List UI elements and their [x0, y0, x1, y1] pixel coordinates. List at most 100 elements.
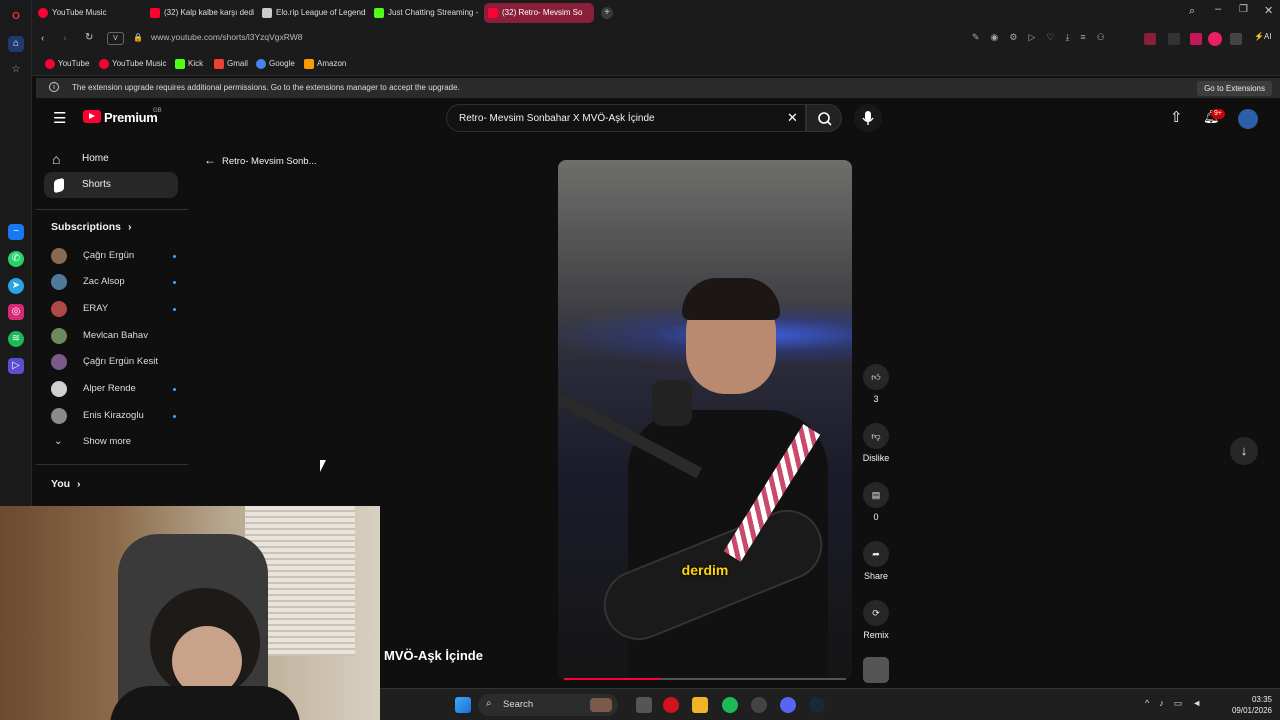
comments-button[interactable]: ▤ 0 — [858, 482, 894, 522]
toolbar-icons[interactable]: ✎◉⚙▷♡⤓≡⚇ — [972, 32, 1116, 43]
steam-icon[interactable] — [809, 697, 825, 713]
subscriptions-heading[interactable]: Subscriptions › — [51, 221, 131, 233]
subscription-item[interactable]: Çağrı Ergün — [51, 247, 176, 267]
back-icon[interactable]: ‹ — [41, 33, 44, 44]
progress-bar[interactable] — [564, 678, 846, 680]
tab-youtube-music[interactable]: YouTube Music — [34, 3, 142, 23]
bookmark-youtube-music[interactable]: YouTube Music — [99, 59, 167, 69]
extension-icon[interactable] — [1144, 33, 1156, 45]
sidebar-item-home[interactable]: ⌂ Home — [44, 146, 178, 172]
extension-icon[interactable] — [1190, 33, 1202, 45]
short-video-player[interactable]: derdim — [558, 160, 852, 680]
file-explorer-icon[interactable] — [692, 697, 708, 713]
windows-start-icon[interactable] — [455, 697, 471, 713]
forward-icon[interactable]: › — [63, 33, 66, 44]
extension-icon[interactable] — [1208, 32, 1222, 46]
new-tab-button[interactable]: + — [601, 7, 613, 19]
system-tray-icons[interactable]: ^♪▭◄ — [1145, 698, 1211, 709]
home-icon[interactable]: ⌂ — [8, 36, 24, 52]
kick-icon — [175, 59, 185, 69]
subscription-item[interactable]: Enis Kirazoglu — [51, 407, 176, 427]
share-icon: ➦ — [863, 541, 889, 567]
whatsapp-icon[interactable]: ✆ — [8, 251, 24, 267]
sidebar-item-shorts[interactable]: Shorts — [44, 172, 178, 198]
bookmark-youtube[interactable]: YouTube — [45, 59, 89, 69]
channel-avatar — [51, 354, 67, 370]
tab-retro-mevsim[interactable]: (32) Retro- Mevsim So — [484, 3, 594, 23]
tab-kick[interactable]: Just Chatting Streaming - — [370, 3, 478, 23]
subscription-item[interactable]: Zac Alsop — [51, 273, 176, 293]
taskbar-search[interactable]: ⌕ Search — [478, 694, 618, 716]
search-tabs-icon[interactable]: ⌕ — [1189, 5, 1195, 18]
close-window-icon[interactable]: ✕ — [1264, 4, 1273, 17]
youtube-icon — [45, 59, 55, 69]
instagram-icon[interactable]: ◎ — [8, 304, 24, 320]
spotify-icon[interactable]: ≋ — [8, 331, 24, 347]
subscription-item[interactable]: Çağrı Ergün Kesit — [51, 353, 176, 373]
streamer-shirt — [110, 686, 300, 720]
address-bar: ‹ › ↻ V 🔒 www.youtube.com/shorts/l3YzqVg… — [32, 26, 1280, 54]
tab-kalp-kalbe[interactable]: (32) Kalp kalbe karşı dedik — [146, 3, 254, 23]
discord-icon[interactable] — [780, 697, 796, 713]
opera-icon[interactable] — [663, 697, 679, 713]
opera-logo-icon[interactable]: O — [8, 9, 24, 25]
star-icon[interactable]: ☆ — [8, 62, 24, 78]
back-to-shorts-button[interactable]: ← Retro- Mevsim Sonb... — [204, 153, 317, 167]
extension-notice-bar: i The extension upgrade requires additio… — [36, 78, 1280, 98]
divider — [36, 209, 188, 210]
extension-icon[interactable] — [1168, 33, 1180, 45]
search-icon: ⌕ — [486, 698, 492, 709]
go-to-extensions-button[interactable]: Go to Extensions — [1197, 81, 1272, 96]
avatar[interactable] — [1238, 109, 1258, 129]
search-box[interactable]: Retro- Mevsim Sonbahar X MVÖ-Aşk İçinde … — [446, 104, 806, 132]
youtube-premium-logo[interactable]: Premium — [104, 110, 158, 125]
mouse-cursor — [320, 460, 326, 472]
subscription-item[interactable]: Mevlcan Bahav — [51, 327, 176, 347]
ai-button[interactable]: ⚡AI — [1254, 32, 1272, 41]
reload-icon[interactable]: ↻ — [85, 32, 93, 43]
subscription-item[interactable]: ERAY — [51, 300, 176, 320]
task-view-icon[interactable] — [636, 697, 652, 713]
maximize-icon[interactable]: ❐ — [1239, 4, 1248, 15]
channel-avatar — [51, 381, 67, 397]
bookmark-google[interactable]: Google — [256, 59, 295, 69]
bookmark-kick[interactable]: Kick — [175, 59, 203, 69]
next-video-button[interactable]: ↓ — [1230, 437, 1258, 465]
share-button[interactable]: ➦ Share — [858, 541, 894, 581]
sound-thumbnail[interactable] — [863, 657, 889, 683]
upload-icon[interactable]: ⇧ — [1170, 108, 1183, 126]
lock-icon: 🔒 — [133, 33, 143, 42]
voice-search-button[interactable] — [854, 104, 882, 132]
telegram-icon[interactable]: ➤ — [8, 278, 24, 294]
search-button[interactable] — [806, 104, 842, 132]
spotify-icon[interactable] — [722, 697, 738, 713]
search-highlight-image — [590, 698, 612, 712]
url-field[interactable]: www.youtube.com/shorts/l3YzqVgxRW8 — [151, 32, 303, 42]
bookmark-amazon[interactable]: Amazon — [304, 59, 346, 69]
subscription-item[interactable]: Alper Rende — [51, 380, 176, 400]
bookmark-gmail[interactable]: Gmail — [214, 59, 248, 69]
app-icon[interactable] — [751, 697, 767, 713]
channel-avatar — [51, 274, 67, 290]
like-button[interactable]: 👍︎ 3 — [858, 364, 894, 404]
vpn-badge[interactable]: V — [107, 32, 124, 45]
clock-time[interactable]: 03:35 — [1242, 695, 1272, 704]
notice-text: The extension upgrade requires additiona… — [72, 83, 460, 92]
kick-icon — [374, 8, 384, 18]
search-input[interactable]: Retro- Mevsim Sonbahar X MVÖ-Aşk İçinde — [459, 113, 655, 124]
youtube-logo-icon[interactable] — [83, 110, 101, 123]
player-icon[interactable]: ▷ — [8, 358, 24, 374]
you-section-heading[interactable]: You › — [51, 478, 80, 490]
extensions-puzzle-icon[interactable] — [1230, 33, 1242, 45]
clock-date[interactable]: 09/01/2026 — [1226, 706, 1272, 715]
messenger-icon[interactable]: ~ — [8, 224, 24, 240]
remix-button[interactable]: ⟳ Remix — [858, 600, 894, 640]
dislike-button[interactable]: 👎︎ Dislike — [858, 423, 894, 463]
menu-icon[interactable]: ☰ — [53, 109, 66, 127]
elo-rip-icon — [262, 8, 272, 18]
clear-search-icon[interactable]: ✕ — [787, 110, 798, 126]
minimize-icon[interactable]: – — [1215, 3, 1221, 15]
youtube-music-icon — [38, 8, 48, 18]
show-more-button[interactable]: ⌄ Show more — [51, 433, 176, 453]
tab-elo-rip[interactable]: Elo.rip League of Legends — [258, 3, 366, 23]
